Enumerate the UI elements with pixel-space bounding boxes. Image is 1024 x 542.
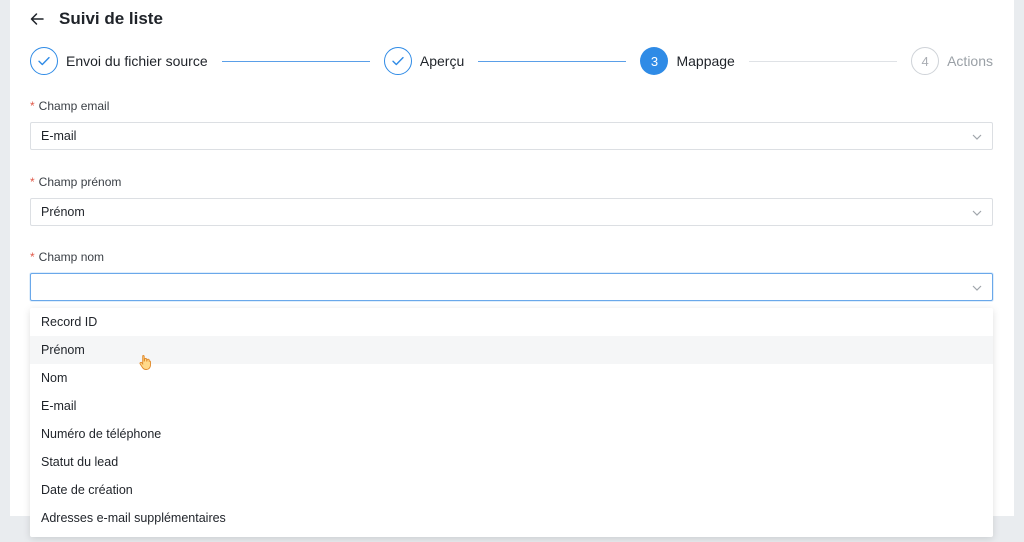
step-label: Aperçu <box>419 53 465 69</box>
chevron-down-icon <box>972 282 982 292</box>
step-label: Actions <box>947 53 994 69</box>
page-title: Suivi de liste <box>59 9 163 28</box>
dropdown-option-record-id[interactable]: Record ID <box>30 308 993 336</box>
step-connector <box>221 60 370 62</box>
dropdown-option-extra-emails[interactable]: Adresses e-mail supplémentaires <box>30 504 993 532</box>
step-label: Envoi du fichier source <box>66 53 208 69</box>
dropdown-option-lead-status[interactable]: Statut du lead <box>30 448 993 476</box>
chevron-down-icon <box>972 207 982 217</box>
dropdown-option-phone[interactable]: Numéro de téléphone <box>30 420 993 448</box>
lastname-field-select[interactable] <box>30 273 993 301</box>
firstname-field-label: * Champ prénom <box>30 175 121 189</box>
check-icon <box>30 47 58 75</box>
select-value: Prénom <box>41 205 85 219</box>
lastname-field-label: * Champ nom <box>30 250 104 264</box>
dropdown-option-email[interactable]: E-mail <box>30 392 993 420</box>
stepper: Envoi du fichier source Aperçu 3 Mappage… <box>30 46 993 76</box>
step-connector <box>748 60 898 62</box>
step-number: 4 <box>911 47 940 75</box>
dropdown-option-prenom[interactable]: Prénom <box>30 336 993 364</box>
chevron-down-icon <box>972 131 982 141</box>
field-label-text: Champ nom <box>38 250 105 264</box>
step-actions[interactable]: 4 Actions <box>911 47 993 75</box>
field-label-text: Champ email <box>38 99 110 113</box>
step-connector <box>478 60 627 62</box>
firstname-field-select[interactable]: Prénom <box>30 198 993 226</box>
step-preview[interactable]: Aperçu <box>383 47 465 75</box>
step-source-file[interactable]: Envoi du fichier source <box>30 47 208 75</box>
step-number: 3 <box>640 47 669 75</box>
check-icon <box>383 47 412 75</box>
field-label-text: Champ prénom <box>38 175 122 189</box>
back-arrow-icon[interactable] <box>30 11 46 27</box>
select-value: E-mail <box>41 129 77 143</box>
step-label: Mappage <box>676 53 735 69</box>
email-field-select[interactable]: E-mail <box>30 122 993 150</box>
dropdown-option-nom[interactable]: Nom <box>30 364 993 392</box>
email-field-label: * Champ email <box>30 99 109 113</box>
required-marker: * <box>30 99 35 113</box>
step-mapping[interactable]: 3 Mappage <box>640 47 735 75</box>
lastname-dropdown-menu: Record ID Prénom Nom E-mail Numéro de té… <box>30 308 993 537</box>
required-marker: * <box>30 250 35 264</box>
required-marker: * <box>30 175 35 189</box>
page-header: Suivi de liste <box>30 8 163 30</box>
hand-cursor-icon <box>139 354 153 370</box>
dropdown-option-created-date[interactable]: Date de création <box>30 476 993 504</box>
